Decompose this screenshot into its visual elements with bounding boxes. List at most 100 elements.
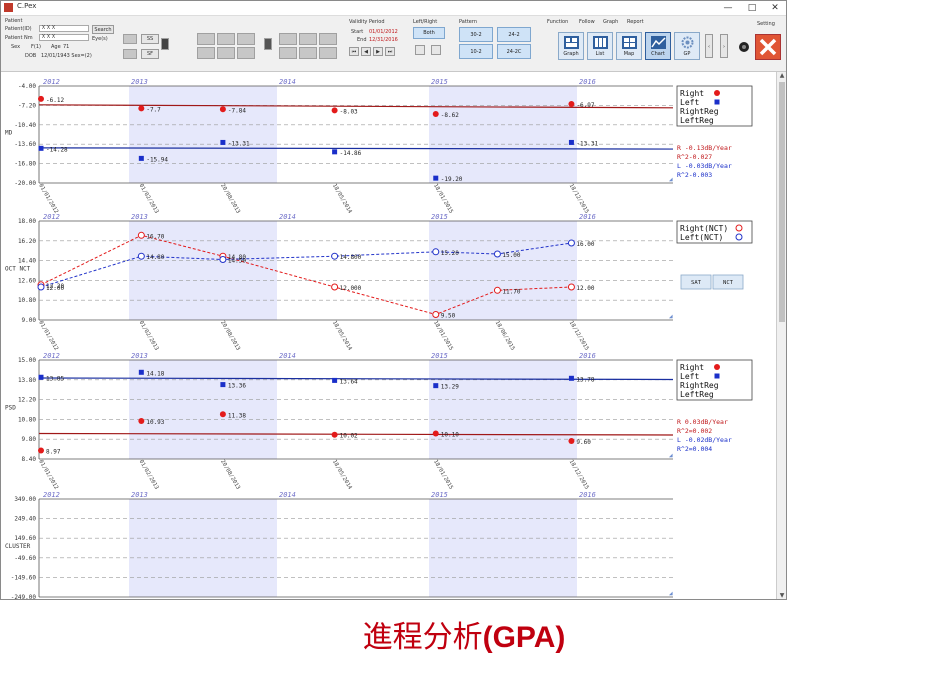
- y-tick-label: -7.20: [18, 102, 36, 109]
- legend-entry: Right: [680, 89, 704, 98]
- close-window-icon[interactable]: ✕: [763, 1, 786, 15]
- validity-label: Validity Period: [349, 19, 385, 25]
- y-tick-label: 13.80: [18, 377, 36, 384]
- exit-button[interactable]: [755, 34, 781, 60]
- prev-button[interactable]: ◀: [361, 47, 371, 56]
- data-label: 13.29: [441, 384, 459, 391]
- view-chart-button[interactable]: Chart: [645, 32, 671, 60]
- dob-value: 12/01/1943 Sex=(2): [41, 53, 92, 59]
- start-label: Start: [351, 29, 364, 35]
- grid-cell[interactable]: [237, 47, 255, 59]
- minimize-icon[interactable]: —: [716, 1, 740, 15]
- maximize-icon[interactable]: □: [740, 1, 764, 15]
- grid-cell[interactable]: [197, 33, 215, 45]
- year-label: 2013: [131, 491, 148, 499]
- year-band: [429, 86, 577, 183]
- patient-label: Patient: [5, 18, 23, 24]
- y-tick-label: 349.00: [14, 496, 36, 503]
- function-label: Function: [547, 19, 569, 25]
- legend-entry: Left: [680, 372, 699, 381]
- grid-cell[interactable]: [217, 33, 235, 45]
- first-button[interactable]: ⏮: [349, 47, 359, 56]
- data-label: -13.31: [228, 140, 250, 147]
- year-label: 2012: [43, 213, 60, 221]
- pattern-label: Pattern: [459, 19, 477, 25]
- view-gp-button[interactable]: GP: [674, 32, 700, 60]
- pattern-30-2-button[interactable]: 30-2: [459, 27, 493, 42]
- scroll-up-icon[interactable]: ▲: [777, 72, 786, 80]
- next-button[interactable]: ▶: [373, 47, 383, 56]
- y-tick-label: 8.40: [22, 456, 37, 463]
- y-tick-label: 249.40: [14, 516, 36, 523]
- scroll-left-button[interactable]: ‹: [705, 34, 713, 58]
- data-point: [332, 377, 338, 383]
- grid-cell[interactable]: [319, 47, 337, 59]
- oct-mode-button-label: SAT: [691, 280, 702, 286]
- eye-label: Eye(s): [92, 36, 108, 42]
- last-button[interactable]: ⏭: [385, 47, 395, 56]
- data-label: 15.20: [441, 250, 459, 257]
- date-label: 18/05/2014: [331, 320, 353, 352]
- grid-cell[interactable]: [197, 47, 215, 59]
- patient-name-field[interactable]: ＸＸＸ: [39, 34, 89, 41]
- vertical-scrollbar[interactable]: ▲ ▼: [776, 72, 786, 599]
- eye-left-button[interactable]: [431, 45, 441, 55]
- data-label: 9.60: [576, 439, 591, 446]
- patient-id-field[interactable]: ＸＸＸ: [39, 25, 89, 32]
- search-button[interactable]: Search: [92, 25, 114, 34]
- y-tick-label: -4.00: [18, 83, 36, 90]
- grid-cell[interactable]: [279, 47, 297, 59]
- end-value[interactable]: 12/31/2016: [369, 37, 398, 43]
- grid-cell[interactable]: [217, 47, 235, 59]
- view-list-button[interactable]: List: [587, 32, 613, 60]
- year-label: 2014: [279, 78, 296, 86]
- window-title: C.Pex: [17, 2, 37, 10]
- tab-graph[interactable]: Graph: [603, 19, 618, 25]
- y-tick-label: 149.60: [14, 535, 36, 542]
- scroll-down-icon[interactable]: ▼: [777, 592, 786, 599]
- year-label: 2015: [431, 352, 448, 360]
- regression-note: R 0.03dB/Year: [677, 418, 728, 426]
- regression-note: L -0.02dB/Year: [677, 436, 732, 444]
- camera-icon[interactable]: [738, 41, 750, 53]
- tab-report[interactable]: Report: [627, 19, 644, 25]
- pattern-24-2c-button[interactable]: 24-2C: [497, 44, 531, 59]
- scroll-thumb[interactable]: [779, 82, 785, 322]
- grid-cell[interactable]: [319, 33, 337, 45]
- year-band: [429, 221, 577, 320]
- small-left-button[interactable]: [123, 34, 137, 44]
- data-label: 11.70: [502, 288, 520, 295]
- left-right-label: Left/Right: [413, 19, 438, 25]
- data-point: [493, 250, 501, 258]
- year-label: 2016: [579, 78, 596, 86]
- grid-cell[interactable]: [299, 33, 317, 45]
- data-label: -13.31: [576, 140, 598, 147]
- patient-name-label: Patient Nm: [5, 35, 33, 41]
- eye-right-button[interactable]: [415, 45, 425, 55]
- data-point: [433, 175, 439, 181]
- start-value[interactable]: 01/01/2012: [369, 29, 398, 35]
- legend-marker: [735, 224, 743, 232]
- view-map-button[interactable]: Map: [616, 32, 642, 60]
- ss-button[interactable]: SS: [141, 34, 159, 44]
- y-tick-label: 12.20: [18, 397, 36, 404]
- list-icon: [593, 36, 608, 49]
- view-graph-button[interactable]: Graph: [558, 32, 584, 60]
- data-label: 10.93: [146, 419, 164, 426]
- year-label: 2016: [579, 213, 596, 221]
- data-label: 8.97: [46, 448, 61, 455]
- grid-cell[interactable]: [279, 33, 297, 45]
- y-tick-label: 10.80: [18, 297, 36, 304]
- scroll-right-button[interactable]: ›: [720, 34, 728, 58]
- y-axis-label: MD: [5, 130, 13, 137]
- pattern-24-2-button[interactable]: 24-2: [497, 27, 531, 42]
- tab-follow[interactable]: Follow: [579, 19, 595, 25]
- grid-cell[interactable]: [299, 47, 317, 59]
- sf-button[interactable]: SF: [141, 49, 159, 59]
- pattern-10-2-button[interactable]: 10-2: [459, 44, 493, 59]
- grid-cell[interactable]: [237, 33, 255, 45]
- setting-label[interactable]: Setting: [757, 21, 775, 27]
- data-label: -14.28: [46, 146, 68, 153]
- small-left-button-2[interactable]: [123, 49, 137, 59]
- eye-both-button[interactable]: Both: [413, 27, 445, 39]
